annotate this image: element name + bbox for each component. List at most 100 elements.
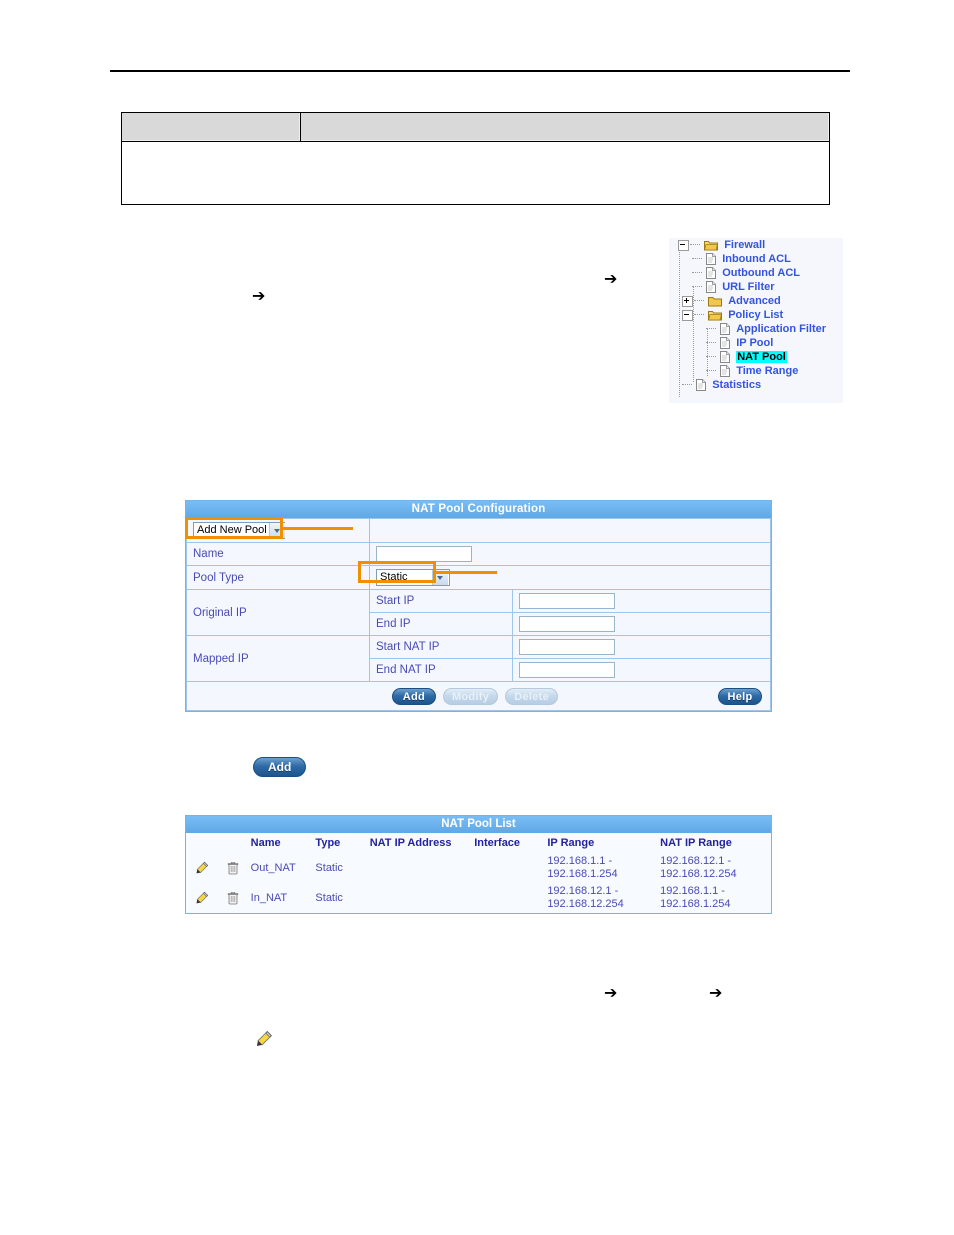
top-table-header-cell-1 — [121, 112, 301, 142]
pool-type-label: Pool Type — [186, 565, 370, 590]
row-ip-range-line1: 192.168.12.1 - — [547, 885, 619, 897]
tree-connector — [706, 356, 717, 358]
trash-icon[interactable] — [226, 861, 240, 875]
pencil-icon[interactable] — [195, 861, 209, 875]
tree-item-label: Statistics — [712, 379, 762, 392]
collapse-minus-icon[interactable] — [678, 239, 690, 251]
name-row: Name — [186, 542, 771, 566]
tree-item-label: Advanced — [728, 295, 781, 308]
start-nat-ip-label: Start NAT IP — [369, 635, 513, 659]
name-input[interactable] — [376, 546, 472, 562]
column-header-edit — [186, 833, 217, 853]
row-edit-cell[interactable] — [186, 883, 217, 913]
tree-item-label: IP Pool — [736, 337, 774, 350]
top-empty-table — [121, 112, 830, 205]
column-header-type: Type — [315, 837, 341, 849]
end-ip-input[interactable] — [519, 616, 615, 632]
end-ip-label: End IP — [369, 612, 513, 636]
tree-item-ip-pool[interactable]: IP Pool — [669, 336, 843, 350]
start-nat-ip-field-cell — [512, 635, 771, 659]
row-nat-ip-range-line2: 192.168.1.254 — [660, 898, 731, 910]
row-ip-range-line2: 192.168.1.254 — [547, 868, 618, 880]
original-ip-label: Original IP — [186, 589, 370, 636]
end-nat-ip-input[interactable] — [519, 662, 615, 678]
column-header-delete — [217, 833, 248, 853]
page-icon — [720, 351, 731, 364]
nat-pool-list-title: NAT Pool List — [186, 816, 771, 833]
tree-item-inbound-acl[interactable]: Inbound ACL — [669, 252, 843, 266]
arrow-glyph-4: ➔ — [709, 983, 723, 1002]
pool-type-field-cell: Static — [369, 565, 771, 590]
tree-item-label: Time Range — [736, 365, 799, 378]
column-header-interface: Interface — [474, 837, 521, 849]
original-ip-row-start: Original IP Start IP — [186, 589, 771, 636]
top-table-header-cell-2 — [300, 112, 830, 142]
add-button[interactable]: Add — [391, 687, 436, 705]
start-nat-ip-input[interactable] — [519, 639, 615, 655]
top-table-body-cell — [121, 141, 830, 205]
tree-item-label: Application Filter — [736, 323, 827, 336]
tree-connector — [692, 258, 703, 260]
arrow-glyph-3: ➔ — [604, 983, 618, 1002]
pool-type-row: Pool Type Static — [186, 565, 771, 590]
nat-pool-list-table: Name Type NAT IP Address Interface IP Ra… — [186, 833, 771, 913]
row-nat-ip-range-line1: 192.168.1.1 - — [660, 885, 725, 897]
row-delete-cell[interactable] — [217, 853, 248, 883]
pencil-icon[interactable] — [195, 891, 209, 905]
top-table-header-cell-2-inner — [301, 113, 829, 141]
row-name[interactable]: In_NAT — [249, 883, 314, 913]
name-field-cell — [369, 542, 771, 566]
tree-item-statistics[interactable]: Statistics — [669, 378, 843, 392]
start-ip-label: Start IP — [369, 589, 513, 613]
tree-item-outbound-acl[interactable]: Outbound ACL — [669, 266, 843, 280]
tree-item-time-range[interactable]: Time Range — [669, 364, 843, 378]
column-header-ip-range: IP Range — [547, 837, 595, 849]
pool-select-dropdown[interactable]: Add New Pool — [193, 522, 285, 539]
tree-connector — [694, 314, 705, 316]
tree-item-url-filter[interactable]: URL Filter — [669, 280, 843, 294]
row-name[interactable]: Out_NAT — [249, 853, 314, 883]
tree-item-application-filter[interactable]: Application Filter — [669, 322, 843, 336]
pool-select-value: Add New Pool — [197, 524, 267, 536]
end-ip-field-cell — [512, 612, 771, 636]
table-row: In_NAT Static 192.168.12.1 - 192.168.12.… — [186, 883, 771, 913]
row-nat-ip-range-line2: 192.168.12.254 — [660, 868, 737, 880]
tree-connector — [706, 370, 717, 372]
trash-icon[interactable] — [226, 891, 240, 905]
start-ip-input[interactable] — [519, 593, 615, 609]
tree-item-nat-pool[interactable]: NAT Pool — [669, 350, 843, 364]
name-label: Name — [186, 542, 370, 566]
pool-type-callout-line — [436, 571, 497, 574]
row-delete-cell[interactable] — [217, 883, 248, 913]
help-button[interactable]: Help — [718, 687, 762, 705]
tree-item-firewall[interactable]: Firewall — [669, 238, 843, 252]
collapse-minus-icon[interactable] — [682, 309, 694, 321]
tree-item-policy-list[interactable]: Policy List — [669, 308, 843, 322]
column-header-name: Name — [250, 837, 281, 849]
top-table-header-cell-1-inner — [122, 113, 300, 141]
row-interface — [472, 853, 545, 883]
top-table-body-row — [121, 141, 830, 205]
tree-connector — [692, 286, 703, 288]
expand-plus-icon[interactable] — [682, 295, 694, 307]
column-header-nat-ip-address: NAT IP Address — [369, 837, 452, 849]
row-nat-ip-address — [368, 853, 472, 883]
top-table-header-row — [121, 112, 830, 142]
tree-item-advanced[interactable]: Advanced — [669, 294, 843, 308]
page-icon — [706, 281, 717, 294]
tree-item-label: Inbound ACL — [722, 253, 791, 266]
folder-open-icon — [704, 240, 719, 251]
pool-select-row: Add New Pool — [186, 518, 771, 543]
folder-open-icon — [708, 310, 723, 321]
chevron-down-icon[interactable] — [268, 523, 285, 538]
row-ip-range-line1: 192.168.1.1 - — [547, 855, 613, 867]
row-edit-cell[interactable] — [186, 853, 217, 883]
firewall-nav-tree[interactable]: Firewall Inbound ACL Outbound ACL URL Fi… — [669, 238, 843, 403]
tree-item-label: URL Filter — [722, 281, 775, 294]
tree-connector — [692, 272, 703, 274]
standalone-pencil-icon — [255, 1030, 273, 1048]
standalone-add-button[interactable]: Add — [253, 757, 307, 777]
nat-pool-configuration-table: Add New Pool Name Pool Type Static Origi… — [186, 518, 771, 711]
end-nat-ip-field-cell — [512, 658, 771, 682]
page-icon — [696, 379, 707, 392]
